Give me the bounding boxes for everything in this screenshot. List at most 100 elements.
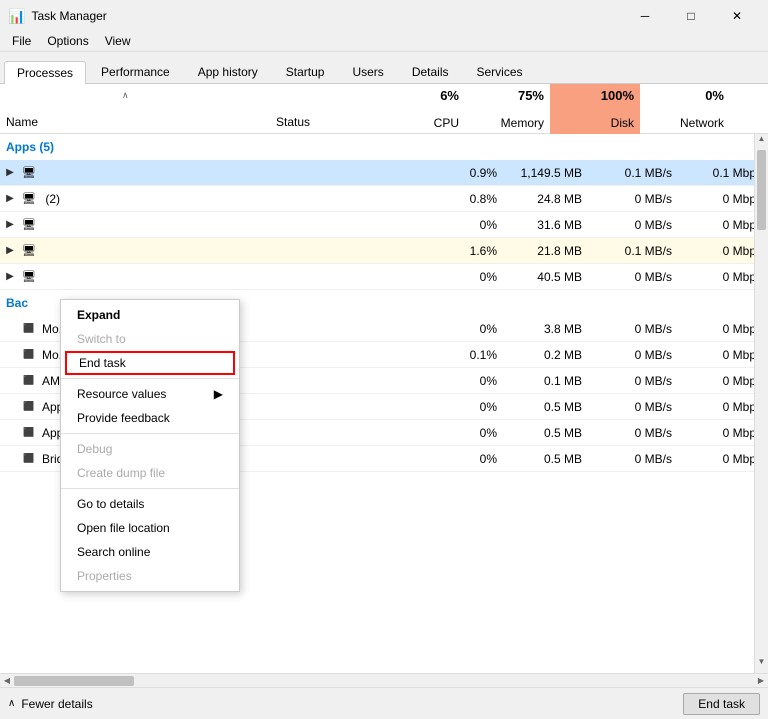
col-header-cpu[interactable]: 6% CPU	[390, 84, 465, 134]
tab-processes[interactable]: Processes	[4, 61, 86, 84]
expand-icon[interactable]: ▶	[0, 219, 20, 230]
col-header-network[interactable]: 0% Network	[640, 84, 730, 134]
row-app-icon: ⬛	[20, 453, 38, 464]
fewer-details-button[interactable]: ∧ Fewer details	[8, 697, 93, 711]
ctx-separator-3	[61, 488, 239, 489]
row-app-icon: ⬛	[20, 427, 38, 438]
expand-icon[interactable]: ▶	[0, 193, 20, 204]
row-disk: 0 MB/s	[588, 400, 678, 414]
menu-file[interactable]: File	[4, 32, 39, 50]
disk-label: Disk	[611, 116, 634, 130]
ctx-expand[interactable]: Expand	[61, 303, 239, 327]
fewer-details-arrow-icon: ∧	[8, 698, 15, 709]
fewer-details-label: Fewer details	[21, 697, 92, 711]
menu-options[interactable]: Options	[39, 32, 96, 50]
scroll-left-button[interactable]: ◀	[0, 674, 14, 688]
footer: ∧ Fewer details End task	[0, 687, 768, 719]
ctx-search-online[interactable]: Search online	[61, 540, 239, 564]
row-cpu: 0%	[428, 426, 503, 440]
menu-view[interactable]: View	[97, 32, 139, 50]
expand-icon[interactable]: ▶	[0, 245, 20, 256]
ctx-go-to-details[interactable]: Go to details	[61, 492, 239, 516]
maximize-button[interactable]: □	[668, 1, 714, 31]
table-row[interactable]: ▶ 🖥 0% 40.5 MB 0 MB/s 0 Mbps	[0, 264, 768, 290]
row-disk: 0 MB/s	[588, 426, 678, 440]
scrollbar-h-thumb[interactable]	[14, 676, 134, 686]
cpu-label: CPU	[434, 116, 459, 130]
main-content: ∧ Name Status 6% CPU 75% Memory 100% Dis…	[0, 84, 768, 687]
col-header-status[interactable]: Status	[270, 111, 390, 133]
row-app-icon: 🖥	[20, 166, 38, 179]
apps-section-label: Apps (5)	[6, 140, 54, 154]
row-cpu: 0.1%	[428, 348, 503, 362]
horizontal-scrollbar[interactable]: ◀ ▶	[0, 673, 768, 687]
col-header-disk[interactable]: 100% Disk	[550, 84, 640, 134]
scroll-right-button[interactable]: ▶	[754, 674, 768, 688]
row-memory: 0.2 MB	[503, 348, 588, 362]
ctx-end-task[interactable]: End task	[65, 351, 235, 375]
tab-performance[interactable]: Performance	[88, 60, 183, 83]
row-cpu: 0.8%	[428, 192, 503, 206]
ctx-properties: Properties	[61, 564, 239, 588]
table-row[interactable]: ▶ 🖥 1.6% 21.8 MB 0.1 MB/s 0 Mbps	[0, 238, 768, 264]
ctx-separator-2	[61, 433, 239, 434]
ctx-switch-to: Switch to	[61, 327, 239, 351]
row-app-icon: ⬛	[20, 375, 38, 386]
expand-icon[interactable]: ▶	[0, 167, 20, 178]
col-header-name[interactable]: Name	[0, 111, 270, 133]
row-cpu: 0%	[428, 374, 503, 388]
scrollbar-thumb[interactable]	[757, 150, 766, 230]
background-section-label: Bac	[6, 296, 28, 310]
row-cpu: 0.9%	[428, 166, 503, 180]
table-body: Apps (5) ▶ 🖥 0.9% 1,149.5 MB 0.1 MB/s 0.…	[0, 134, 768, 673]
table-row[interactable]: ▶ 🖥 0.9% 1,149.5 MB 0.1 MB/s 0.1 Mbps	[0, 160, 768, 186]
row-disk: 0.1 MB/s	[588, 166, 678, 180]
title-bar-left: 📊 Task Manager	[8, 8, 107, 25]
ctx-provide-feedback[interactable]: Provide feedback	[61, 406, 239, 430]
tab-app-history[interactable]: App history	[185, 60, 271, 83]
row-memory: 0.5 MB	[503, 452, 588, 466]
row-memory: 21.8 MB	[503, 244, 588, 258]
tab-startup[interactable]: Startup	[273, 60, 338, 83]
row-app-icon: 🖥	[20, 192, 38, 205]
tab-users[interactable]: Users	[339, 60, 396, 83]
sort-arrow-icon: ∧	[122, 90, 129, 101]
scroll-down-button[interactable]: ▼	[755, 657, 768, 673]
tab-bar: Processes Performance App history Startu…	[0, 52, 768, 84]
memory-pct: 75%	[518, 88, 544, 103]
close-button[interactable]: ✕	[714, 1, 760, 31]
row-app-icon: 🖥	[20, 270, 38, 283]
tab-services[interactable]: Services	[464, 60, 536, 83]
ctx-submenu-arrow: ▶	[214, 387, 223, 401]
col-header-memory[interactable]: 75% Memory	[465, 84, 550, 134]
tab-details[interactable]: Details	[399, 60, 462, 83]
table-row[interactable]: ▶ 🖥 0% 31.6 MB 0 MB/s 0 Mbps	[0, 212, 768, 238]
scrollbar-track[interactable]	[755, 150, 768, 657]
minimize-button[interactable]: ─	[622, 1, 668, 31]
ctx-debug: Debug	[61, 437, 239, 461]
app-title: Task Manager	[31, 9, 106, 23]
row-app-icon: ⬛	[20, 401, 38, 412]
row-memory: 0.1 MB	[503, 374, 588, 388]
row-disk: 0 MB/s	[588, 192, 678, 206]
scrollbar-h-track[interactable]	[14, 674, 754, 688]
row-memory: 40.5 MB	[503, 270, 588, 284]
row-disk: 0 MB/s	[588, 374, 678, 388]
row-disk: 0 MB/s	[588, 348, 678, 362]
row-cpu: 0%	[428, 218, 503, 232]
row-memory: 0.5 MB	[503, 400, 588, 414]
row-app-icon: ⬛	[20, 349, 38, 360]
ctx-open-file-location[interactable]: Open file location	[61, 516, 239, 540]
row-cpu: 0%	[428, 400, 503, 414]
row-memory: 3.8 MB	[503, 322, 588, 336]
scroll-up-button[interactable]: ▲	[755, 134, 768, 150]
menu-bar: File Options View	[0, 30, 768, 52]
ctx-resource-values[interactable]: Resource values ▶	[61, 382, 239, 406]
end-task-button[interactable]: End task	[683, 693, 760, 715]
row-memory: 31.6 MB	[503, 218, 588, 232]
vertical-scrollbar[interactable]: ▲ ▼	[754, 134, 768, 673]
table-row[interactable]: ▶ 🖥 (2) 0.8% 24.8 MB 0 MB/s 0 Mbps	[0, 186, 768, 212]
ctx-create-dump-file: Create dump file	[61, 461, 239, 485]
expand-icon[interactable]: ▶	[0, 271, 20, 282]
cpu-pct: 6%	[440, 88, 459, 103]
